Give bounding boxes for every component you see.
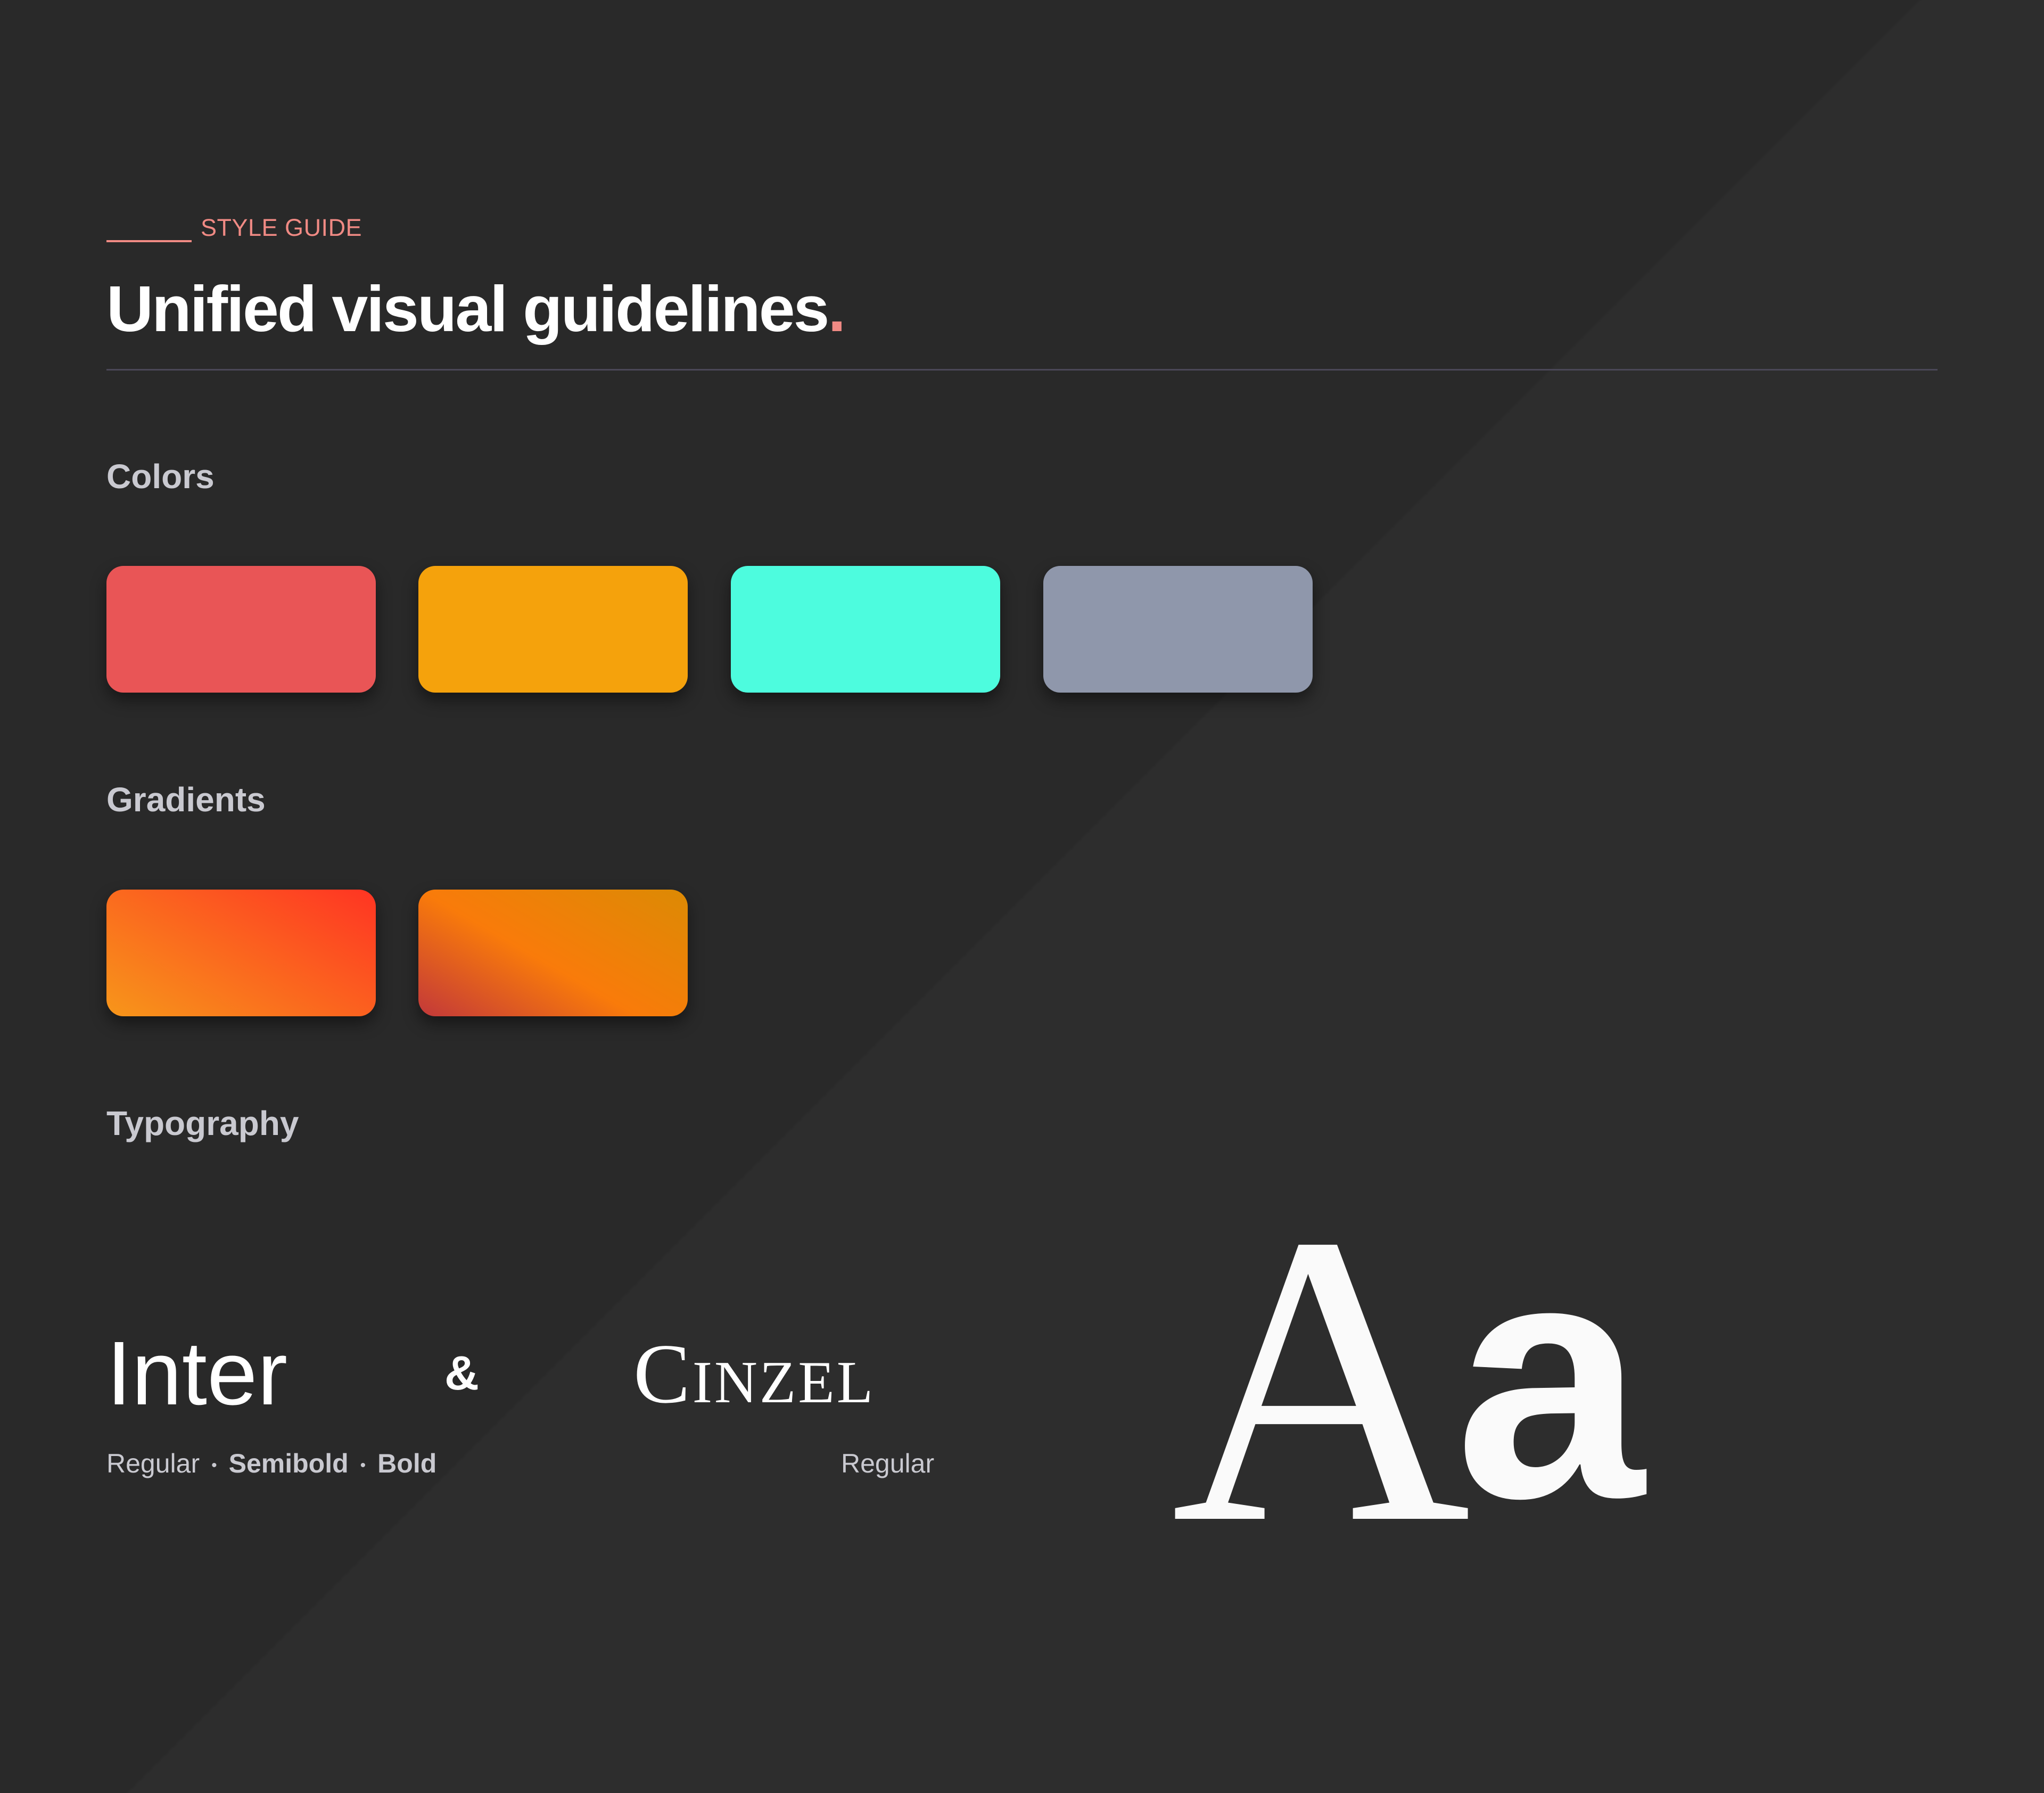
gradient-swatch-red-orange <box>418 890 688 1016</box>
tag-underline <box>106 240 192 242</box>
header-divider <box>106 369 1938 371</box>
colors-heading: Colors <box>106 457 215 496</box>
page-title: Unified visual guidelines. <box>106 269 846 349</box>
secondary-font-weight: Regular <box>841 1449 935 1478</box>
weight-regular: Regular <box>106 1449 200 1478</box>
title-accent-dot: . <box>828 273 846 345</box>
color-swatch-aqua <box>731 566 1000 693</box>
typography-heading: Typography <box>106 1104 299 1142</box>
primary-font-weights: Regular • Semibold • Bold <box>106 1446 436 1483</box>
type-sample: Aa <box>1171 1171 1644 1586</box>
gradient-swatch-orange-red <box>106 890 376 1016</box>
section-tag: STYLE GUIDE <box>201 214 362 241</box>
weight-separator: • <box>211 1456 217 1474</box>
weight-semibold: Semibold <box>228 1449 349 1478</box>
type-sample-sans-a: a <box>1455 1188 1645 1569</box>
gradients-heading: Gradients <box>106 780 266 819</box>
type-sample-serif-a: A <box>1171 1149 1471 1609</box>
weight-bold: Bold <box>377 1449 437 1478</box>
primary-font-name: Inter <box>106 1323 288 1424</box>
font-ampersand: & <box>444 1347 479 1400</box>
color-swatch-grey <box>1043 566 1313 693</box>
secondary-font-name: Cinzel <box>633 1326 876 1421</box>
color-swatch-red <box>106 566 376 693</box>
page-title-text: Unified visual guidelines <box>106 273 829 345</box>
color-swatch-orange <box>418 566 688 693</box>
weight-separator: • <box>360 1456 366 1474</box>
